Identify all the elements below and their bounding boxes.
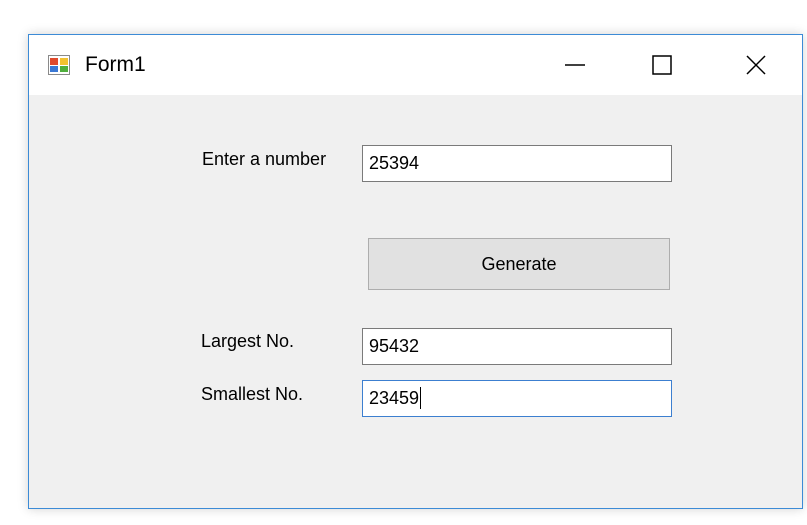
largest-number-label: Largest No. xyxy=(201,331,295,351)
minimize-icon xyxy=(565,64,585,66)
smallest-number-field[interactable]: 23459 xyxy=(362,380,672,417)
generate-button[interactable]: Generate xyxy=(368,238,670,290)
maximize-button[interactable] xyxy=(627,35,697,95)
window-title: Form1 xyxy=(85,53,146,76)
title-bar[interactable]: Form1 xyxy=(29,35,802,95)
smallest-number-label: Smallest No. xyxy=(201,384,304,404)
close-icon xyxy=(746,55,766,75)
form1-window: Form1 Enter a number 25394 Generate Larg… xyxy=(28,34,803,509)
generate-button-label: Generate xyxy=(481,253,557,274)
number-input-value: 25394 xyxy=(369,153,420,173)
enter-number-label: Enter a number xyxy=(202,149,327,169)
number-input[interactable]: 25394 xyxy=(362,145,672,182)
text-caret xyxy=(420,387,422,409)
largest-number-field[interactable]: 95432 xyxy=(362,328,672,365)
winforms-app-icon xyxy=(48,55,70,75)
maximize-icon xyxy=(652,55,672,75)
largest-number-value: 95432 xyxy=(369,336,420,356)
close-button[interactable] xyxy=(721,35,791,95)
smallest-number-value: 23459 xyxy=(369,388,420,408)
minimize-button[interactable] xyxy=(540,35,610,95)
